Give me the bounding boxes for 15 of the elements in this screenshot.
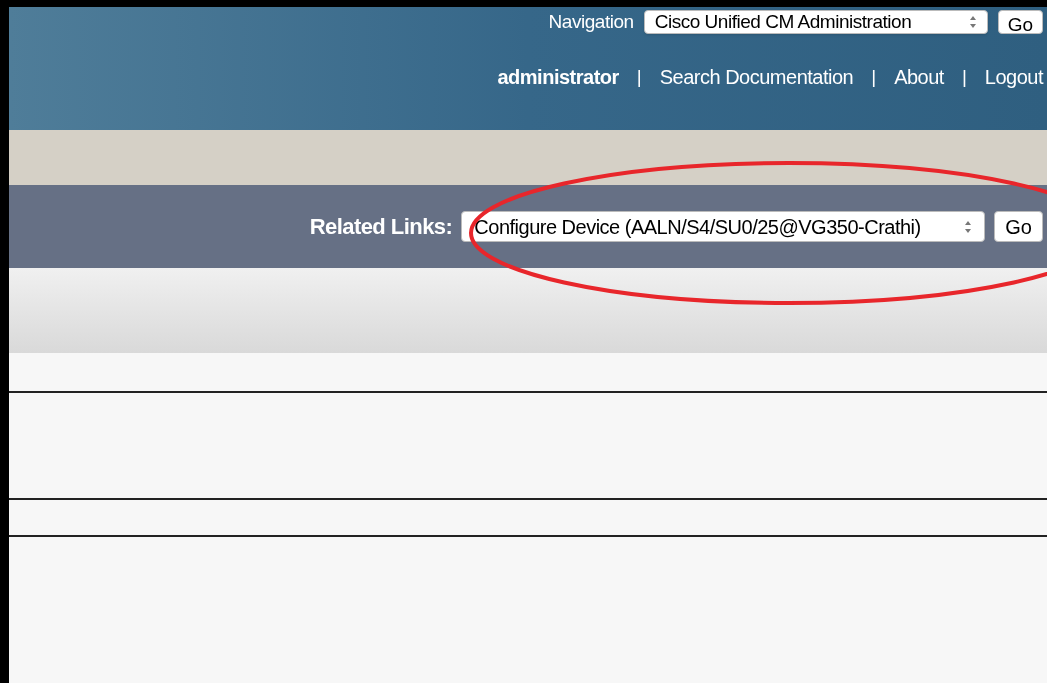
navigation-label: Navigation <box>548 9 634 34</box>
related-links-label: Related Links: <box>309 213 453 241</box>
user-name: administrator <box>497 65 619 90</box>
related-links-select[interactable]: Configure Device (AALN/S4/SU0/25@VG350-Crathi) <box>461 211 986 242</box>
separator: | <box>961 64 967 89</box>
updown-arrows-icon <box>968 15 977 29</box>
separator: | <box>636 64 642 89</box>
separator: | <box>871 64 877 89</box>
header-link[interactable]: About <box>894 62 944 92</box>
updown-arrows-icon <box>964 219 973 234</box>
go-button[interactable]: Go <box>994 211 1043 242</box>
go-button[interactable]: Go <box>997 10 1043 34</box>
navigation-select[interactable]: Cisco Unified CM Administration <box>643 10 988 34</box>
header-link[interactable]: Search Documentation <box>659 62 854 92</box>
header-link[interactable]: Logout <box>984 62 1043 92</box>
